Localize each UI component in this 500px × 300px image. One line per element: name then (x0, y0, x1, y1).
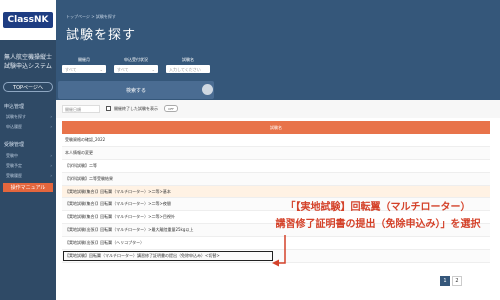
annotation-line-1: 「【実地試験】回転翼（マルチローター） (285, 202, 471, 213)
table-header: 試験名 (62, 121, 490, 134)
row-text: 【実地試験(出張)】回転翼（ヘリコプター） (65, 240, 145, 246)
app-name: 無人航空機操縦士 試験申込システム (4, 54, 53, 70)
row-text: 【学科試験】二等 (65, 162, 97, 168)
page-button-1[interactable]: 1 (440, 276, 450, 286)
status-select[interactable]: すべて ⌄ (114, 65, 158, 73)
table-row[interactable]: 【実地試験(出張)】回転翼（ヘリコプター） (62, 237, 490, 251)
logo-container: ClassNK (0, 0, 56, 40)
sort-select[interactable]: 開催日順 (62, 105, 100, 113)
row-text: 【実地試験(集合)】回転翼（マルチローター）>二等>夜間 (65, 201, 171, 207)
row-text: 【実地試験(出張)】回転翼（マルチローター）>最大離陸重量25kg以上 (65, 227, 194, 233)
table-row[interactable]: 【学科試験】二等受験結果 (62, 172, 490, 186)
top-page-button[interactable]: TOPページへ (3, 82, 53, 92)
show-ended-checkbox[interactable] (106, 106, 111, 111)
sidebar-item-exam-history[interactable]: 受験履歴 › (6, 173, 52, 179)
row-text: 【実地試験(集合)】回転翼（マルチローター）>二等>目視外 (65, 214, 175, 220)
chevron-right-icon: › (50, 114, 52, 119)
exam-name-input[interactable]: 入力してください (166, 65, 210, 73)
breadcrumb[interactable]: トップページ > 試験を探す (66, 14, 116, 20)
table-row[interactable]: 【学科試験】二等 (62, 159, 490, 173)
sidebar-item-label: 申込履歴 (6, 124, 22, 129)
table-row-selected[interactable]: 【実地試験】回転翼（マルチローター）講習修了証明書の提出（免除申込み）<切替> (62, 250, 490, 263)
exam-name-placeholder: 入力してください (169, 67, 201, 72)
sidebar-item-scheduled[interactable]: 受験予定 › (6, 163, 52, 169)
instruction-annotation: 「【実地試験】回転翼（マルチローター） 講習修了証明書の提出（免除申込み）」を選… (258, 199, 498, 233)
row-text: 本人情報の変更 (65, 149, 93, 155)
sidebar-section-exam: 受験管理 (4, 142, 25, 148)
search-icon[interactable] (202, 84, 213, 95)
sidebar-item-label: 試験を探す (6, 114, 26, 119)
classnk-logo[interactable]: ClassNK (2, 12, 54, 28)
status-label: 申込受付状況 (124, 57, 148, 62)
month-select[interactable]: すべて ⌄ (62, 65, 106, 73)
sidebar-section-application: 申込管理 (4, 104, 25, 110)
status-field: 申込受付状況 すべて ⌄ (114, 57, 158, 73)
row-text: 受験資格の確認_2022 (65, 136, 106, 142)
sidebar-item-label: 受験中 (6, 153, 18, 158)
sidebar-item-application-history[interactable]: 申込履歴 › (6, 124, 52, 130)
selection-box (63, 251, 273, 262)
page-header: トップページ > 試験を探す 試験を探す (56, 0, 500, 52)
sidebar-item-label: 受験履歴 (6, 173, 22, 178)
sidebar-item-in-progress[interactable]: 受験中 › (6, 153, 52, 159)
page-title: 試験を探す (66, 28, 137, 43)
exam-name-label: 試験名 (182, 57, 194, 62)
pagination: 1 2 (440, 276, 462, 286)
sidebar-item-label: 受験予定 (6, 163, 22, 168)
chevron-right-icon: › (50, 173, 52, 178)
chevron-right-icon: › (50, 124, 52, 129)
search-button[interactable]: 検索する (58, 81, 214, 99)
chevron-down-icon: ⌄ (99, 67, 103, 72)
page-button-2[interactable]: 2 (452, 276, 462, 286)
sidebar-item-search-exam[interactable]: 試験を探す › (6, 114, 52, 120)
table-row[interactable]: 受験資格の確認_2022 (62, 134, 490, 147)
table-row[interactable]: 【実地試験(集合)】回転翼（マルチローター）>二等>基本 (62, 185, 490, 199)
sidebar: ClassNK 無人航空機操縦士 試験申込システム TOPページへ 申込管理 試… (0, 0, 56, 300)
status-value: すべて (117, 67, 129, 72)
chevron-down-icon: ⌄ (151, 67, 155, 72)
chevron-right-icon: › (50, 163, 52, 168)
exam-name-field: 試験名 入力してください (166, 57, 210, 73)
table-row[interactable]: 本人情報の変更 (62, 146, 490, 160)
off-toggle[interactable]: OFF (164, 105, 178, 112)
month-value: すべて (65, 67, 77, 72)
manual-button[interactable]: 操作マニュアル (3, 183, 53, 192)
filter-row: 開催日順 開催終了した試験を表示 OFF (56, 100, 500, 118)
chevron-right-icon: › (50, 153, 52, 158)
month-label: 開催月 (78, 57, 90, 62)
row-text: 【学科試験】二等受験結果 (65, 175, 113, 181)
annotation-line-2: 講習修了証明書の提出（免除申込み）」を選択 (275, 219, 481, 230)
month-field: 開催月 すべて ⌄ (62, 57, 106, 73)
show-ended-label: 開催終了した試験を表示 (114, 106, 158, 111)
row-text: 【実地試験(集合)】回転翼（マルチローター）>二等>基本 (65, 188, 171, 194)
